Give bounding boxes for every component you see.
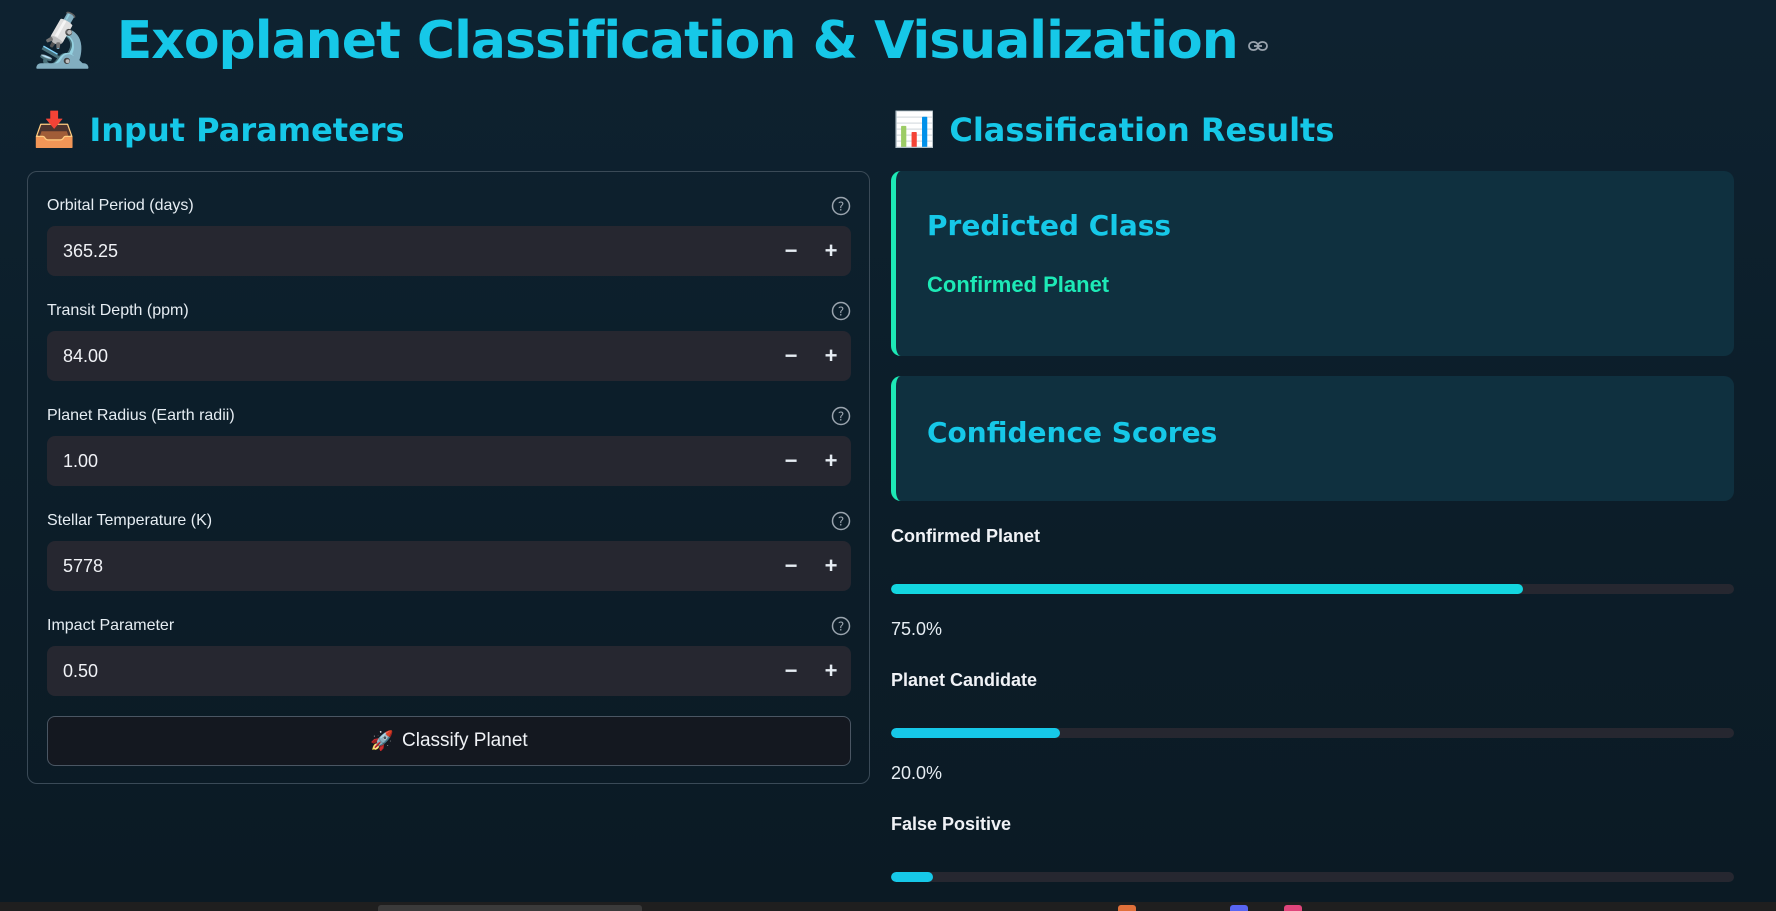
confidence-scores-card: Confidence Scores xyxy=(891,376,1734,501)
impact-parameter-field: Impact Parameter ? 0.50 − + xyxy=(47,614,851,696)
planet-radius-field: Planet Radius (Earth radii) ? 1.00 − + xyxy=(47,404,851,486)
transit-depth-input[interactable]: 84.00 − + xyxy=(47,331,851,381)
field-label: Transit Depth (ppm) xyxy=(47,302,189,319)
orbital-period-input[interactable]: 365.25 − + xyxy=(47,226,851,276)
svg-text:?: ? xyxy=(838,410,844,424)
score-label-confirmed: Confirmed Planet xyxy=(891,526,1041,546)
impact-parameter-input[interactable]: 0.50 − + xyxy=(47,646,851,696)
candidate-progress-fill xyxy=(891,728,1060,738)
orbital-period-value[interactable]: 365.25 xyxy=(47,241,771,262)
confirmed-progress-bar xyxy=(891,584,1734,594)
candidate-progress-bar xyxy=(891,728,1734,738)
taskbar-search-box[interactable] xyxy=(378,905,642,911)
rocket-icon: 🚀 xyxy=(370,731,394,752)
transit-depth-field: Transit Depth (ppm) ? 84.00 − + xyxy=(47,299,851,381)
decrement-button[interactable]: − xyxy=(771,436,811,486)
score-value-confirmed: 75.0% xyxy=(891,619,943,639)
increment-button[interactable]: + xyxy=(811,646,851,696)
classification-results-heading: 📊 Classification Results xyxy=(893,106,1334,154)
increment-button[interactable]: + xyxy=(811,541,851,591)
transit-depth-value[interactable]: 84.00 xyxy=(47,346,771,367)
predicted-class-value: Confirmed Planet xyxy=(927,272,1110,297)
inbox-tray-icon: 📥 xyxy=(33,111,76,149)
impact-parameter-value[interactable]: 0.50 xyxy=(47,661,771,682)
increment-button[interactable]: + xyxy=(811,226,851,276)
help-circle-icon[interactable]: ? xyxy=(831,511,851,531)
taskbar-app-icon[interactable] xyxy=(1118,905,1136,911)
stellar-temperature-field: Stellar Temperature (K) ? 5778 − + xyxy=(47,509,851,591)
help-circle-icon[interactable]: ? xyxy=(831,406,851,426)
classify-planet-label: Classify Planet xyxy=(402,730,528,751)
planet-radius-value[interactable]: 1.00 xyxy=(47,451,771,472)
svg-text:?: ? xyxy=(838,200,844,214)
microscope-icon: 🔬 xyxy=(30,12,95,70)
increment-button[interactable]: + xyxy=(811,331,851,381)
decrement-button[interactable]: − xyxy=(771,541,811,591)
stellar-temperature-value[interactable]: 5778 xyxy=(47,556,771,577)
app-header: 🔬 Exoplanet Classification & Visualizati… xyxy=(30,6,1268,76)
decrement-button[interactable]: − xyxy=(771,646,811,696)
page-title: Exoplanet Classification & Visualization xyxy=(116,11,1239,71)
false-positive-progress-fill xyxy=(891,872,934,882)
taskbar-app-icon[interactable] xyxy=(1230,905,1248,911)
decrement-button[interactable]: − xyxy=(771,331,811,381)
score-label-false-positive: False Positive xyxy=(891,814,1012,834)
svg-text:?: ? xyxy=(838,515,844,529)
field-label: Stellar Temperature (K) xyxy=(47,512,213,529)
taskbar-app-icon[interactable] xyxy=(1284,905,1302,911)
help-circle-icon[interactable]: ? xyxy=(831,196,851,216)
false-positive-progress-bar xyxy=(891,872,1734,882)
confirmed-progress-fill xyxy=(891,584,1524,594)
input-parameters-title: Input Parameters xyxy=(89,111,405,149)
planet-radius-input[interactable]: 1.00 − + xyxy=(47,436,851,486)
classify-planet-button[interactable]: 🚀 Classify Planet xyxy=(47,716,851,766)
taskbar xyxy=(0,902,1776,911)
svg-text:?: ? xyxy=(838,620,844,634)
decrement-button[interactable]: − xyxy=(771,226,811,276)
help-circle-icon[interactable]: ? xyxy=(831,301,851,321)
svg-text:?: ? xyxy=(838,305,844,319)
field-label: Orbital Period (days) xyxy=(47,197,194,214)
input-parameters-heading: 📥 Input Parameters xyxy=(33,106,405,154)
input-form-panel: Orbital Period (days) ? 365.25 − + Trans… xyxy=(27,171,870,784)
predicted-class-card: Predicted Class Confirmed Planet xyxy=(891,171,1734,356)
orbital-period-field: Orbital Period (days) ? 365.25 − + xyxy=(47,194,851,276)
bar-chart-icon: 📊 xyxy=(893,111,936,149)
classification-results-title: Classification Results xyxy=(949,111,1335,149)
increment-button[interactable]: + xyxy=(811,436,851,486)
stellar-temperature-input[interactable]: 5778 − + xyxy=(47,541,851,591)
predicted-class-title: Predicted Class xyxy=(927,209,1172,242)
score-label-candidate: Planet Candidate xyxy=(891,670,1038,690)
confidence-scores-title: Confidence Scores xyxy=(927,416,1218,449)
link-icon[interactable] xyxy=(1247,40,1268,52)
score-value-candidate: 20.0% xyxy=(891,763,943,783)
field-label: Planet Radius (Earth radii) xyxy=(47,407,235,424)
help-circle-icon[interactable]: ? xyxy=(831,616,851,636)
field-label: Impact Parameter xyxy=(47,617,175,634)
